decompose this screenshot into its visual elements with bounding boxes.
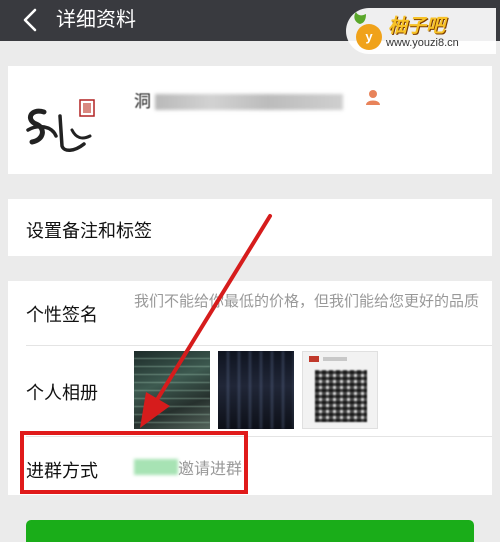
qr-code-image [315, 370, 367, 422]
signature-text: 我们不能给你最低的价格，但我们能给您更好的品质 [134, 292, 480, 310]
album-photo-1[interactable] [134, 351, 210, 429]
profile-card: 洞 [8, 66, 492, 174]
signature-label: 个性签名 [26, 305, 98, 326]
page-title: 详细资料 [56, 7, 136, 31]
remark-row[interactable]: 设置备注和标签 [8, 199, 492, 256]
remark-label: 设置备注和标签 [26, 221, 152, 242]
divider [26, 345, 492, 346]
watermark-url: www.youzi8.cn [386, 37, 459, 49]
avatar[interactable] [22, 86, 104, 162]
person-icon [366, 90, 380, 105]
highlight-box [20, 431, 248, 494]
blurred-nickname [155, 94, 343, 110]
watermark-badge: y [356, 24, 382, 50]
send-message-button[interactable] [26, 520, 474, 542]
album-photo-3[interactable] [302, 351, 378, 429]
chevron-left-icon[interactable] [20, 6, 42, 34]
watermark-logo: y 柚子吧 www.youzi8.cn [346, 8, 496, 54]
nickname: 洞 [134, 87, 343, 112]
album-photo-2[interactable] [218, 351, 294, 429]
nickname-prefix: 洞 [134, 92, 151, 112]
watermark-brand: 柚子吧 [388, 15, 446, 37]
album-label: 个人相册 [26, 383, 98, 404]
